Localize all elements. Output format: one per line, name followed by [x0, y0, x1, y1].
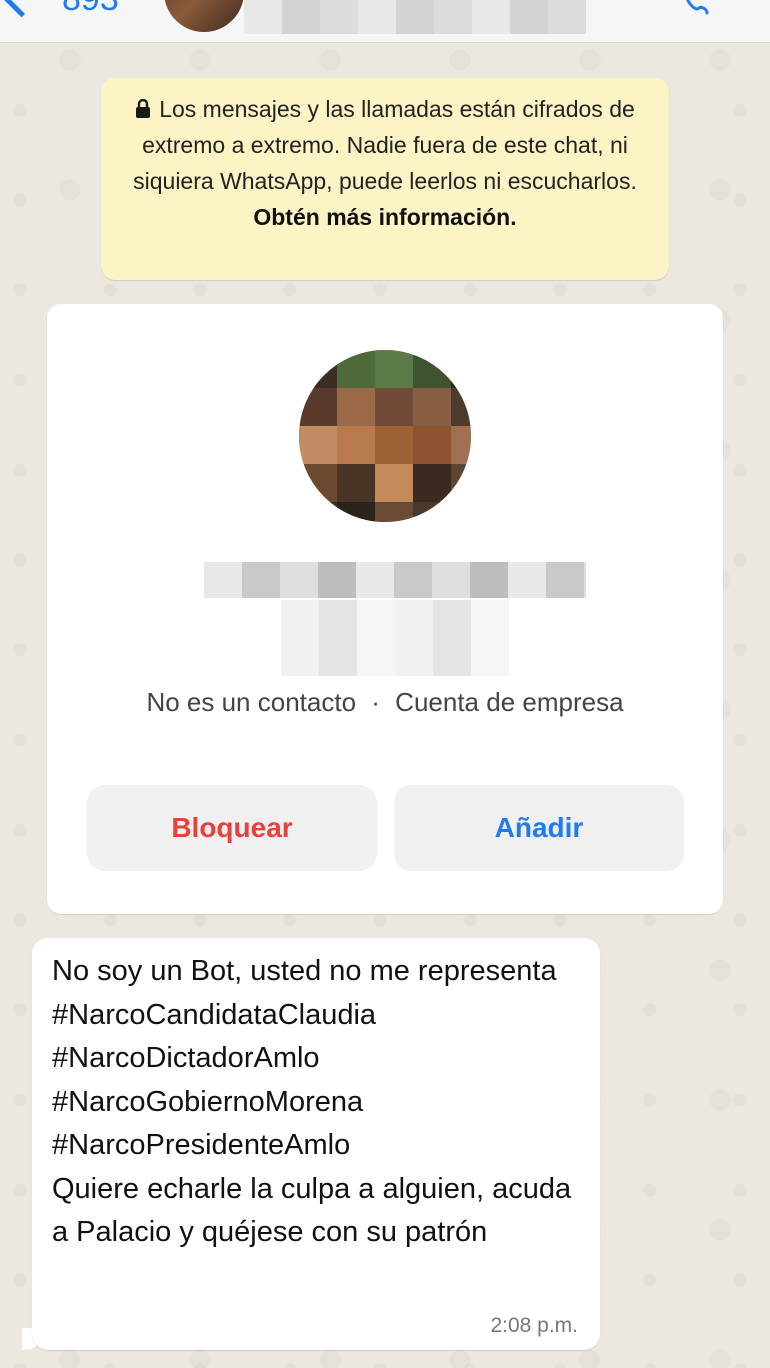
lock-icon: [136, 99, 151, 118]
header-contact-name-redacted[interactable]: [244, 0, 586, 34]
header-avatar[interactable]: [164, 0, 244, 32]
learn-more-link[interactable]: Obtén más información.: [253, 204, 516, 230]
encryption-notice-text: Los mensajes y las llamadas están cifrad…: [133, 96, 637, 194]
contact-info-card: No es un contacto · Cuenta de empresa Bl…: [47, 304, 723, 914]
message-timestamp: 2:08 p.m.: [490, 1314, 578, 1337]
contact-name-redacted: [204, 562, 586, 598]
chat-header: 893: [0, 0, 770, 43]
contact-number-redacted: [281, 600, 509, 676]
status-separator: ·: [371, 687, 380, 717]
block-button[interactable]: Bloquear: [87, 785, 377, 871]
encryption-notice[interactable]: Los mensajes y las llamadas están cifrad…: [101, 78, 669, 280]
back-unread-count[interactable]: 893: [62, 0, 119, 19]
business-account-label: Cuenta de empresa: [395, 687, 624, 717]
incoming-message-bubble[interactable]: No soy un Bot, usted no me representa #N…: [32, 938, 600, 1350]
contact-avatar[interactable]: [299, 350, 471, 522]
message-text: No soy un Bot, usted no me representa #N…: [52, 955, 572, 1248]
phone-icon[interactable]: [678, 0, 710, 16]
contact-status: No es un contacto · Cuenta de empresa: [47, 687, 723, 718]
not-a-contact-label: No es un contacto: [146, 687, 357, 717]
add-contact-button[interactable]: Añadir: [394, 785, 684, 871]
chevron-left-icon[interactable]: [0, 0, 44, 18]
